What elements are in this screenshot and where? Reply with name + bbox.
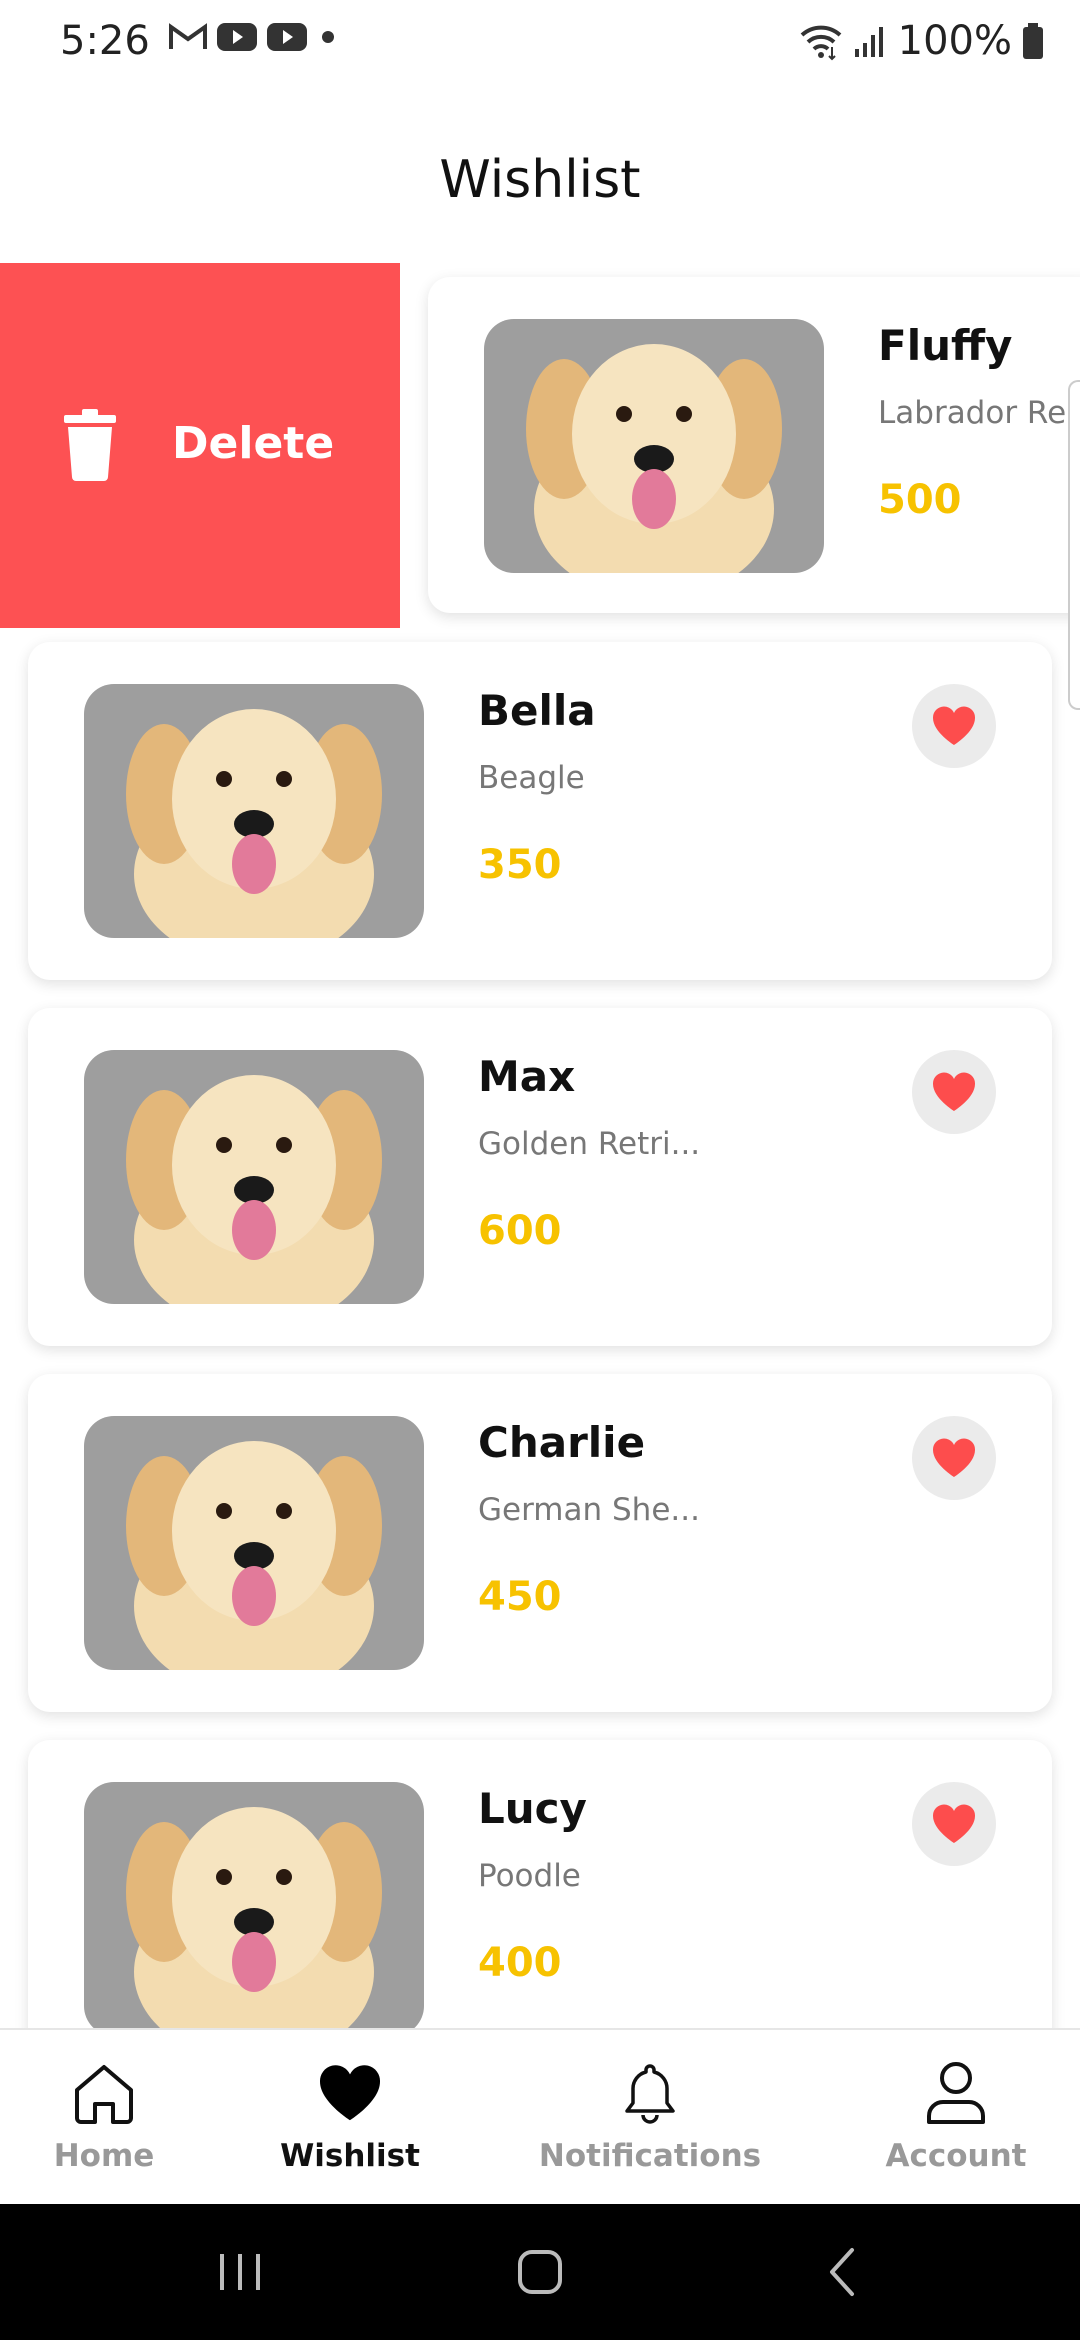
nav-account-label: Account <box>885 2138 1027 2174</box>
pet-name: Lucy <box>478 1784 587 1833</box>
gmail-icon <box>169 23 207 49</box>
status-bar: 5:26 100% <box>0 0 1080 84</box>
home-nav-icon[interactable] <box>512 2244 568 2300</box>
favorite-button[interactable] <box>912 1416 996 1500</box>
youtube-icon <box>217 23 257 51</box>
battery-icon <box>1023 23 1043 59</box>
bottom-nav: Home Wishlist Notifications Account <box>0 2028 1080 2204</box>
bell-icon <box>625 2064 675 2124</box>
nav-home[interactable]: Home <box>30 2030 178 2206</box>
pet-price: 350 <box>478 842 562 888</box>
heart-icon <box>932 1804 976 1843</box>
pet-price: 600 <box>478 1208 562 1254</box>
pet-photo <box>84 1050 424 1304</box>
pet-name: Charlie <box>478 1418 646 1467</box>
user-icon <box>927 2062 985 2124</box>
pet-breed: Labrador Re... <box>878 395 1080 431</box>
status-right: 100% <box>798 18 1044 64</box>
heart-icon <box>932 1438 976 1477</box>
nav-wishlist-label: Wishlist <box>280 2138 420 2174</box>
dog-image <box>126 1075 382 1304</box>
wishlist-card-fluffy[interactable]: Fluffy Labrador Re... 500 <box>428 277 1080 613</box>
signal-icon <box>854 27 883 57</box>
wishlist-card-max[interactable]: Max Golden Retri... 600 <box>28 1008 1052 1346</box>
pet-name: Fluffy <box>878 321 1013 370</box>
dot-icon <box>322 31 334 43</box>
heart-icon <box>319 2065 381 2121</box>
pet-breed: Golden Retri... <box>478 1126 701 1162</box>
back-icon[interactable] <box>816 2244 872 2300</box>
system-nav-bar <box>0 2204 1080 2340</box>
heart-icon <box>932 1072 976 1111</box>
youtube-icon <box>267 23 307 51</box>
favorite-button[interactable] <box>912 1782 996 1866</box>
nav-notifications[interactable]: Notifications <box>538 2030 762 2206</box>
pet-breed: German She... <box>478 1492 700 1528</box>
pet-price: 400 <box>478 1940 562 1986</box>
nav-wishlist[interactable]: Wishlist <box>270 2030 430 2206</box>
pet-breed: Poodle <box>478 1858 581 1894</box>
dog-image <box>126 709 382 938</box>
dog-image <box>126 1807 382 2036</box>
dog-image <box>126 1441 382 1670</box>
recents-icon[interactable] <box>212 2244 268 2300</box>
nav-notifications-label: Notifications <box>538 2138 762 2174</box>
page-title: Wishlist <box>439 150 641 210</box>
delete-button[interactable]: Delete <box>0 263 400 628</box>
delete-label: Delete <box>172 418 335 469</box>
battery-percent: 100% <box>897 18 1012 64</box>
pet-price: 450 <box>478 1574 562 1620</box>
favorite-button[interactable] <box>912 684 996 768</box>
nav-home-label: Home <box>53 2138 155 2174</box>
dog-image <box>526 344 782 573</box>
pet-photo <box>84 1416 424 1670</box>
wishlist-card-charlie[interactable]: Charlie German She... 450 <box>28 1374 1052 1712</box>
pet-photo <box>84 684 424 938</box>
status-time: 5:26 <box>60 18 150 64</box>
favorite-button[interactable] <box>912 1050 996 1134</box>
pet-photo <box>484 319 824 573</box>
heart-icon <box>932 706 976 745</box>
pet-name: Bella <box>478 686 596 735</box>
pet-breed: Beagle <box>478 760 585 796</box>
pet-name: Max <box>478 1052 576 1101</box>
card-edge <box>1068 380 1080 710</box>
wifi-icon <box>800 25 841 61</box>
trash-icon <box>64 409 116 481</box>
pet-price: 500 <box>878 477 962 523</box>
notification-icons <box>168 22 340 52</box>
pet-photo <box>84 1782 424 2036</box>
nav-account[interactable]: Account <box>880 2030 1032 2206</box>
wishlist-card-bella[interactable]: Bella Beagle 350 <box>28 642 1052 980</box>
home-icon <box>75 2065 133 2124</box>
